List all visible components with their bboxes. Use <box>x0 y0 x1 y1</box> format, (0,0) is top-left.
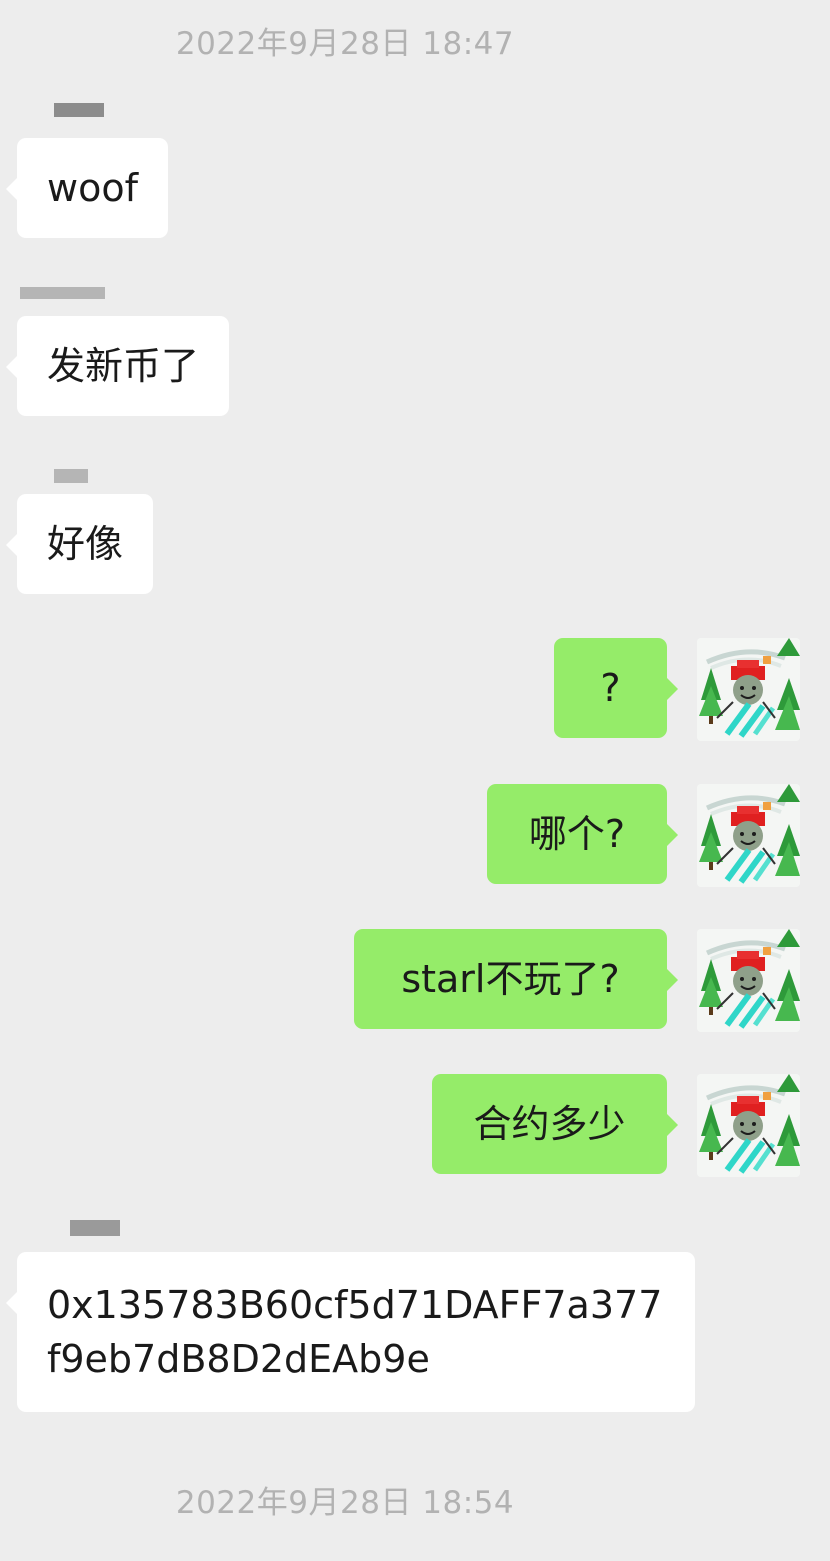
sender-name-redacted <box>54 103 104 117</box>
message-text: ? <box>600 666 621 710</box>
pixel-art-skier-avatar-icon <box>697 784 800 887</box>
outgoing-message[interactable]: ? <box>554 638 678 738</box>
pixel-art-skier-avatar-icon <box>697 638 800 741</box>
message-text: 哪个? <box>528 812 626 856</box>
message-text: 发新币了 <box>47 344 200 388</box>
pixel-art-skier-avatar-icon <box>697 929 800 1032</box>
message-text: 0x135783B60cf5d71DAFF7a377f9eb7dB8D2dEAb… <box>47 1283 663 1381</box>
sender-name-redacted <box>20 287 105 299</box>
message-text: 好像 <box>47 522 124 566</box>
sender-name-redacted <box>54 469 88 483</box>
message-text: 合约多少 <box>473 1102 626 1146</box>
pixel-art-skier-avatar-icon <box>697 1074 800 1177</box>
message-text: starl不玩了? <box>401 957 620 1001</box>
chat-timestamp: 2022年9月28日 18:54 <box>175 1485 515 1521</box>
incoming-message[interactable]: 0x135783B60cf5d71DAFF7a377f9eb7dB8D2dEAb… <box>6 1252 695 1412</box>
incoming-message[interactable]: woof <box>6 138 168 238</box>
message-text: woof <box>47 166 138 210</box>
outgoing-message[interactable]: 合约多少 <box>432 1074 678 1174</box>
incoming-message[interactable]: 发新币了 <box>5 316 230 416</box>
self-avatar[interactable] <box>697 929 800 1032</box>
self-avatar[interactable] <box>697 784 800 887</box>
self-avatar[interactable] <box>697 638 800 741</box>
self-avatar[interactable] <box>697 1074 800 1177</box>
chat-timestamp: 2022年9月28日 18:47 <box>175 26 515 62</box>
outgoing-message[interactable]: 哪个? <box>487 784 678 884</box>
outgoing-message[interactable]: starl不玩了? <box>354 929 678 1029</box>
sender-name-redacted <box>70 1220 120 1236</box>
incoming-message[interactable]: 好像 <box>5 494 154 594</box>
